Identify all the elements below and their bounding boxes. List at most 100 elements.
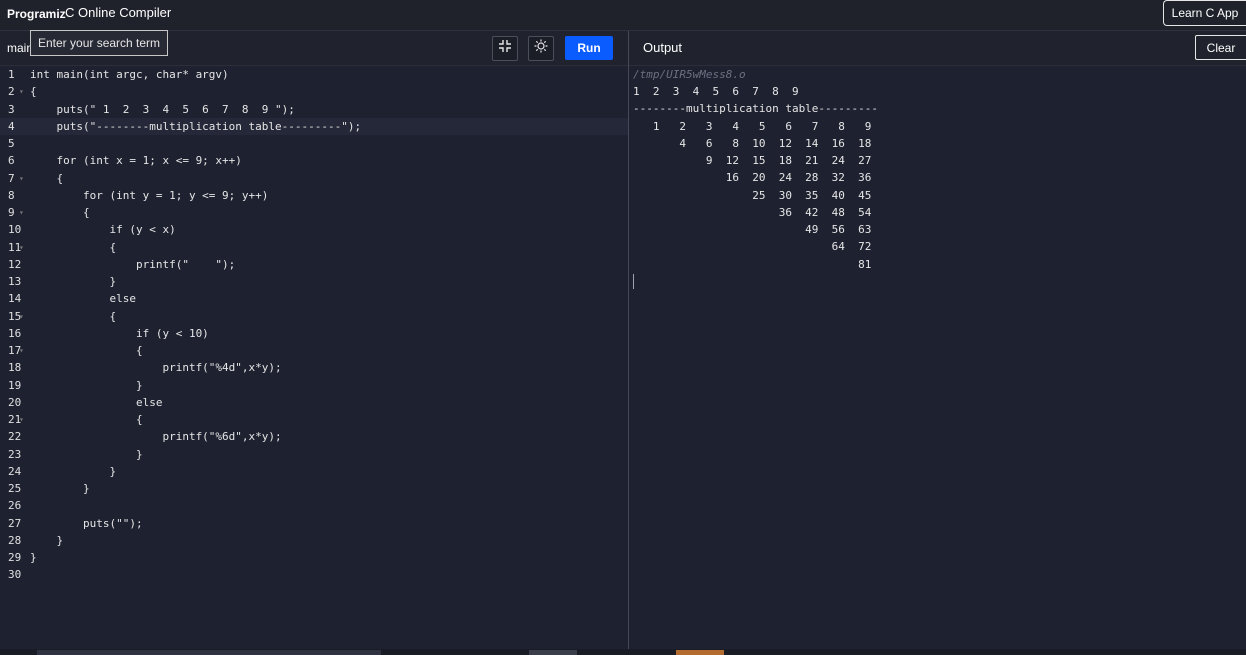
- output-line: 16 20 24 28 32 36: [633, 171, 872, 185]
- code-line[interactable]: 2 ▾{: [0, 83, 628, 100]
- line-number: 27: [8, 516, 22, 530]
- code-line[interactable]: 11 ▾ {: [0, 239, 628, 256]
- code-text[interactable]: printf("%6d",x*y);: [30, 428, 281, 445]
- code-text[interactable]: else: [30, 290, 136, 307]
- scroll-indicator: [529, 650, 577, 655]
- code-lines[interactable]: 1 int main(int argc, char* argv) 2 ▾{3 puts…: [0, 66, 628, 584]
- line-number: 23: [8, 447, 22, 461]
- code-text[interactable]: }: [30, 446, 143, 463]
- line-number: 1: [8, 68, 15, 81]
- code-line[interactable]: 15 ▾ {: [0, 308, 628, 325]
- code-text[interactable]: }: [30, 377, 143, 394]
- code-line[interactable]: 12 printf(" ");: [0, 256, 628, 273]
- output-line: 49 56 63: [633, 223, 872, 236]
- code-text[interactable]: {: [30, 411, 143, 428]
- fold-arrow-icon[interactable]: ▾: [19, 411, 24, 428]
- line-number: 10: [8, 223, 22, 237]
- line-number: 20: [8, 395, 22, 409]
- output-line: 1 2 3 4 5 6 7 8 9: [633, 119, 872, 133]
- page-title: C Online Compiler: [65, 5, 172, 20]
- code-text[interactable]: {: [30, 170, 63, 187]
- code-line[interactable]: 1 int main(int argc, char* argv): [0, 66, 628, 83]
- output-line: 25 30 35 40 45: [633, 188, 872, 202]
- fold-arrow-icon[interactable]: ▾: [19, 239, 24, 256]
- line-number: 16: [8, 326, 22, 340]
- fold-arrow-icon[interactable]: ▾: [19, 308, 24, 325]
- code-line[interactable]: 20 else: [0, 394, 628, 411]
- code-text[interactable]: puts("--------multiplication table------…: [30, 118, 361, 135]
- code-text[interactable]: }: [30, 532, 63, 549]
- code-line[interactable]: 18 printf("%4d",x*y);: [0, 359, 628, 376]
- code-text[interactable]: if (y < x): [30, 221, 175, 238]
- code-text[interactable]: for (int y = 1; y <= 9; y++): [30, 187, 268, 204]
- output-line: 36 42 48 54: [633, 205, 872, 219]
- fold-arrow-icon[interactable]: ▾: [19, 204, 24, 221]
- code-text[interactable]: if (y < 10): [30, 325, 209, 342]
- run-button[interactable]: Run: [565, 36, 613, 60]
- fold-arrow-icon[interactable]: ▾: [19, 83, 24, 100]
- code-text[interactable]: {: [30, 239, 116, 256]
- clear-button[interactable]: Clear: [1195, 35, 1246, 60]
- output-path: /tmp/UIR5wMess8.o: [633, 68, 746, 81]
- code-line[interactable]: 6 for (int x = 1; x <= 9; x++): [0, 152, 628, 169]
- code-text[interactable]: puts(" 1 2 3 4 5 6 7 8 9 ");: [30, 101, 294, 118]
- fold-arrow-icon[interactable]: ▾: [19, 342, 24, 359]
- code-line[interactable]: 29}: [0, 549, 628, 566]
- code-line[interactable]: 27 puts("");: [0, 515, 628, 532]
- fold-arrow-icon[interactable]: ▾: [19, 170, 24, 187]
- code-line[interactable]: 14 else: [0, 290, 628, 307]
- code-line[interactable]: 5: [0, 135, 628, 152]
- line-number: 13: [8, 275, 22, 288]
- line-number: 4: [8, 119, 15, 133]
- code-text[interactable]: }: [30, 463, 116, 480]
- line-number: 12: [8, 257, 22, 271]
- code-text[interactable]: {: [30, 83, 37, 100]
- code-line[interactable]: 19 }: [0, 377, 628, 394]
- horizontal-scrollbar[interactable]: [37, 650, 381, 655]
- code-line[interactable]: 4 puts("--------multiplication table----…: [0, 117, 628, 135]
- learn-c-app-button[interactable]: Learn C App: [1163, 0, 1246, 26]
- code-line[interactable]: 26: [0, 497, 628, 514]
- output-cursor: [633, 274, 634, 289]
- code-line[interactable]: 22 printf("%6d",x*y);: [0, 428, 628, 445]
- line-number: 24: [8, 464, 22, 478]
- code-text[interactable]: {: [30, 308, 116, 325]
- code-line[interactable]: 25 }: [0, 480, 628, 497]
- code-line[interactable]: 3 puts(" 1 2 3 4 5 6 7 8 9 ");: [0, 101, 628, 118]
- code-line[interactable]: 16 if (y < 10): [0, 325, 628, 342]
- theme-toggle-button[interactable]: [528, 36, 554, 61]
- line-number: 5: [8, 137, 15, 150]
- code-line[interactable]: 10 if (y < x): [0, 221, 628, 238]
- code-line[interactable]: 24 }: [0, 463, 628, 480]
- collapse-button[interactable]: [492, 36, 518, 61]
- code-text[interactable]: }: [30, 273, 116, 290]
- code-line[interactable]: 9 ▾ {: [0, 204, 628, 221]
- code-text[interactable]: else: [30, 394, 163, 411]
- code-text[interactable]: for (int x = 1; x <= 9; x++): [30, 152, 241, 169]
- code-line[interactable]: 23 }: [0, 446, 628, 463]
- line-number: 22: [8, 430, 22, 444]
- code-line[interactable]: 30: [0, 566, 628, 583]
- programiz-logo[interactable]: Programiz: [7, 7, 66, 21]
- code-text[interactable]: }: [30, 549, 37, 566]
- output-title: Output: [643, 40, 683, 55]
- code-editor[interactable]: 1 int main(int argc, char* argv) 2 ▾{3 puts…: [0, 66, 628, 649]
- code-line[interactable]: 17 ▾ {: [0, 342, 628, 359]
- code-line[interactable]: 13 }: [0, 273, 628, 290]
- code-line[interactable]: 28 }: [0, 532, 628, 549]
- code-line[interactable]: 7 ▾ {: [0, 170, 628, 187]
- sun-icon: [534, 39, 548, 58]
- search-input[interactable]: Enter your search term: [30, 30, 169, 56]
- line-number: 28: [8, 533, 22, 547]
- code-text[interactable]: puts("");: [30, 515, 143, 532]
- output-line: 81: [633, 257, 872, 271]
- code-text[interactable]: {: [30, 342, 143, 359]
- code-text[interactable]: printf(" ");: [30, 256, 235, 273]
- code-text[interactable]: int main(int argc, char* argv): [30, 66, 229, 83]
- code-line[interactable]: 8 for (int y = 1; y <= 9; y++): [0, 187, 628, 204]
- code-text[interactable]: {: [30, 204, 90, 221]
- code-text[interactable]: }: [30, 480, 90, 497]
- output-line: 64 72: [633, 240, 872, 254]
- code-line[interactable]: 21 ▾ {: [0, 411, 628, 428]
- code-text[interactable]: printf("%4d",x*y);: [30, 359, 281, 376]
